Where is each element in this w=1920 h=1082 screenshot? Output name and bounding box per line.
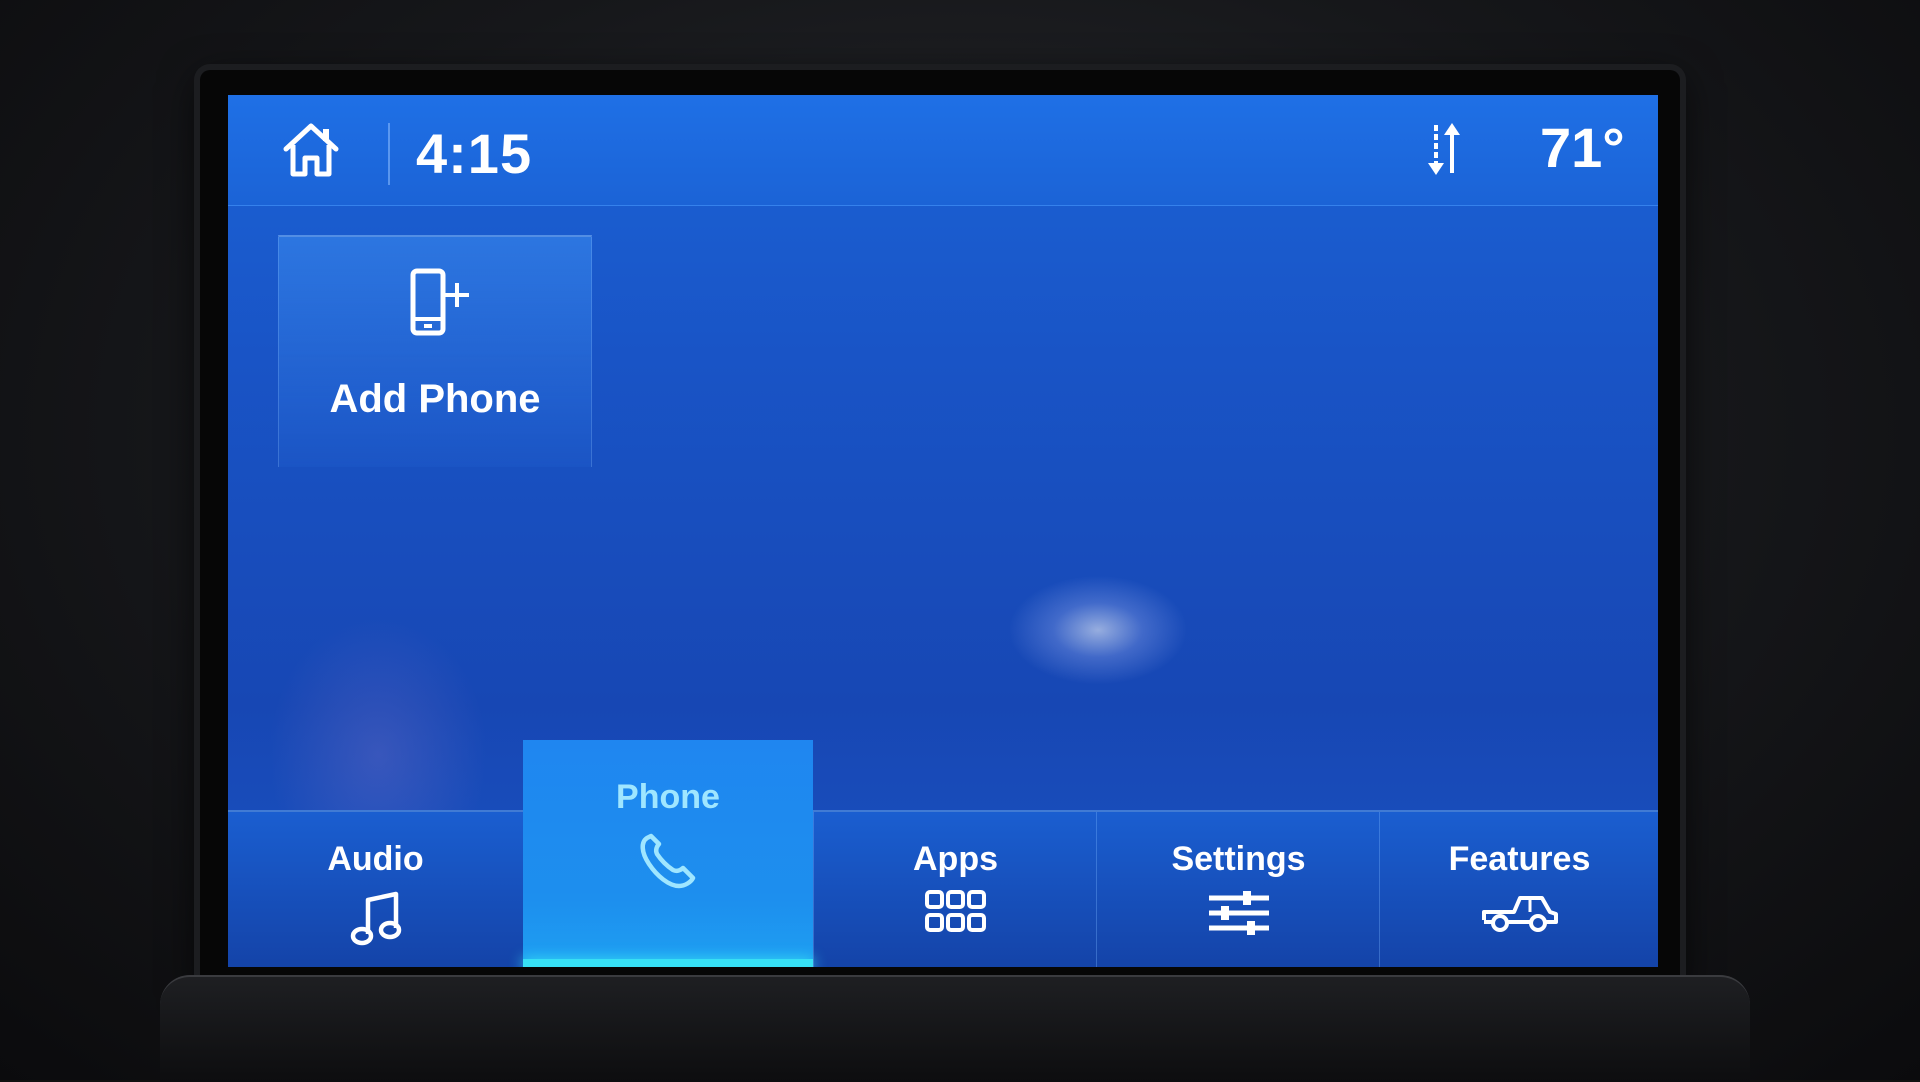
bottom-nav: Audio Phone Apps Settings Features [228, 740, 1658, 967]
sliders-icon [1207, 890, 1271, 941]
nav-phone-label: Phone [616, 778, 720, 816]
home-icon [283, 123, 339, 177]
phone-handset-icon [637, 832, 699, 895]
phone-add-icon [407, 267, 473, 339]
add-phone-tile[interactable]: Add Phone [278, 235, 592, 467]
nav-apps-label: Apps [913, 840, 998, 878]
app-grid-icon [924, 890, 987, 939]
dashboard-bezel: 4:15 71° Add Phone Audio Phone Apps Sett… [0, 0, 1920, 1082]
screen-glare [1008, 575, 1188, 685]
clock: 4:15 [416, 122, 533, 185]
data-transfer-arrows-icon [1424, 119, 1464, 179]
nav-settings-label: Settings [1171, 840, 1306, 878]
outside-temperature: 71° [1540, 116, 1625, 179]
nav-audio-label: Audio [327, 840, 424, 878]
dashboard-ledge [160, 975, 1750, 1082]
home-button[interactable] [276, 117, 346, 183]
add-phone-label: Add Phone [329, 377, 541, 421]
active-tab-indicator [523, 959, 813, 967]
nav-audio[interactable]: Audio [228, 812, 523, 967]
nav-apps[interactable]: Apps [813, 812, 1097, 967]
nav-phone[interactable]: Phone [523, 740, 813, 967]
status-divider [388, 123, 390, 185]
pickup-truck-icon [1480, 890, 1560, 941]
nav-features[interactable]: Features [1379, 812, 1658, 967]
nav-features-label: Features [1448, 840, 1591, 878]
status-bar: 4:15 71° [228, 95, 1658, 206]
nav-settings[interactable]: Settings [1096, 812, 1380, 967]
infotainment-screen: 4:15 71° Add Phone Audio Phone Apps Sett… [228, 95, 1658, 967]
music-note-icon [350, 890, 402, 953]
